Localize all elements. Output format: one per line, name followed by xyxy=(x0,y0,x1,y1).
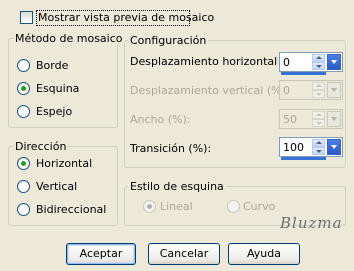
radio-horizontal[interactable] xyxy=(17,157,30,170)
direction-option-horizontal[interactable]: Horizontal xyxy=(17,157,107,171)
method-option-label: Esquina xyxy=(36,82,80,95)
corner-option-lineal[interactable]: Lineal xyxy=(143,200,213,214)
corner-option-curvo[interactable]: Curvo xyxy=(227,200,287,214)
horizontal-offset-label: Desplazamiento horizontal (%): xyxy=(130,55,304,68)
decrement-button[interactable] xyxy=(312,119,325,127)
preview-checkbox-label: Mostrar vista previa de mosaico xyxy=(38,11,215,24)
radio-esquina[interactable] xyxy=(17,82,30,95)
corner-option-label: Curvo xyxy=(243,200,276,213)
method-option-label: Borde xyxy=(36,59,69,72)
method-option-esquina[interactable]: Esquina xyxy=(17,82,107,96)
help-button[interactable]: Ayuda xyxy=(228,243,300,265)
configuration-title: Configuración xyxy=(128,34,209,47)
transition-dropdown[interactable] xyxy=(327,139,341,155)
decrement-button[interactable] xyxy=(312,90,325,98)
direction-option-label: Bidireccional xyxy=(36,203,107,216)
width-label: Ancho (%): xyxy=(130,113,191,126)
radio-espejo[interactable] xyxy=(17,105,30,118)
arrow-down-icon xyxy=(316,65,322,68)
radio-vertical[interactable] xyxy=(17,180,30,193)
vertical-offset-dropdown[interactable] xyxy=(327,82,341,98)
radio-curvo[interactable] xyxy=(227,200,240,213)
direction-option-vertical[interactable]: Vertical xyxy=(17,180,107,194)
tiling-method-title: Método de mosaico xyxy=(13,32,125,45)
vertical-offset-spinner[interactable]: 0 xyxy=(279,80,343,100)
vertical-offset-value[interactable]: 0 xyxy=(283,84,290,97)
direction-title: Dirección xyxy=(13,140,69,153)
increment-button[interactable] xyxy=(312,111,325,119)
width-spinner[interactable]: 50 xyxy=(279,109,343,129)
method-option-borde[interactable]: Borde xyxy=(17,59,107,73)
arrow-up-icon xyxy=(316,84,322,87)
vertical-offset-label: Desplazamiento vertical (%): xyxy=(130,84,290,97)
chevron-down-icon xyxy=(331,88,337,92)
arrow-down-icon xyxy=(316,150,322,153)
increment-button[interactable] xyxy=(312,139,325,147)
arrow-up-icon xyxy=(316,56,322,59)
transition-spinner[interactable]: 100 xyxy=(279,137,343,160)
corner-style-title: Estilo de esquina xyxy=(128,180,226,193)
direction-option-bidireccional[interactable]: Bidireccional xyxy=(17,203,117,217)
transition-value[interactable]: 100 xyxy=(283,141,304,154)
preview-checkbox-row[interactable]: Mostrar vista previa de mosaico xyxy=(20,10,214,26)
method-option-label: Espejo xyxy=(36,105,73,118)
direction-option-label: Horizontal xyxy=(36,157,93,170)
arrow-down-icon xyxy=(316,93,322,96)
horizontal-offset-value[interactable]: 0 xyxy=(283,56,290,69)
arrow-up-icon xyxy=(316,141,322,144)
watermark-signature: Bluzma xyxy=(280,214,343,232)
arrow-up-icon xyxy=(316,113,322,116)
transition-label: Transición (%): xyxy=(130,142,212,155)
radio-selected-dot xyxy=(21,86,26,91)
cancel-button[interactable]: Cancelar xyxy=(148,243,220,265)
corner-option-label: Lineal xyxy=(160,200,193,213)
method-option-espejo[interactable]: Espejo xyxy=(17,105,107,119)
decrement-button[interactable] xyxy=(312,62,325,70)
chevron-down-icon xyxy=(331,60,337,64)
width-value[interactable]: 50 xyxy=(283,113,297,126)
chevron-down-icon xyxy=(331,117,337,121)
width-arrows[interactable] xyxy=(312,111,326,127)
slider-bar[interactable] xyxy=(281,157,326,160)
radio-lineal[interactable] xyxy=(143,200,156,213)
direction-option-label: Vertical xyxy=(36,180,78,193)
radio-selected-dot xyxy=(147,204,152,209)
horizontal-offset-arrows[interactable] xyxy=(312,54,326,70)
horizontal-offset-spinner[interactable]: 0 xyxy=(279,52,343,75)
radio-selected-dot xyxy=(21,161,26,166)
decrement-button[interactable] xyxy=(312,147,325,155)
slider-bar[interactable] xyxy=(281,72,326,75)
increment-button[interactable] xyxy=(312,54,325,62)
transition-arrows[interactable] xyxy=(312,139,326,155)
increment-button[interactable] xyxy=(312,82,325,90)
arrow-down-icon xyxy=(316,122,322,125)
chevron-down-icon xyxy=(331,145,337,149)
radio-bidireccional[interactable] xyxy=(17,203,30,216)
horizontal-offset-dropdown[interactable] xyxy=(327,54,341,70)
radio-borde[interactable] xyxy=(17,59,30,72)
preview-checkbox[interactable] xyxy=(20,11,33,24)
ok-button[interactable]: Aceptar xyxy=(66,243,136,265)
width-dropdown[interactable] xyxy=(327,111,341,127)
vertical-offset-arrows[interactable] xyxy=(312,82,326,98)
